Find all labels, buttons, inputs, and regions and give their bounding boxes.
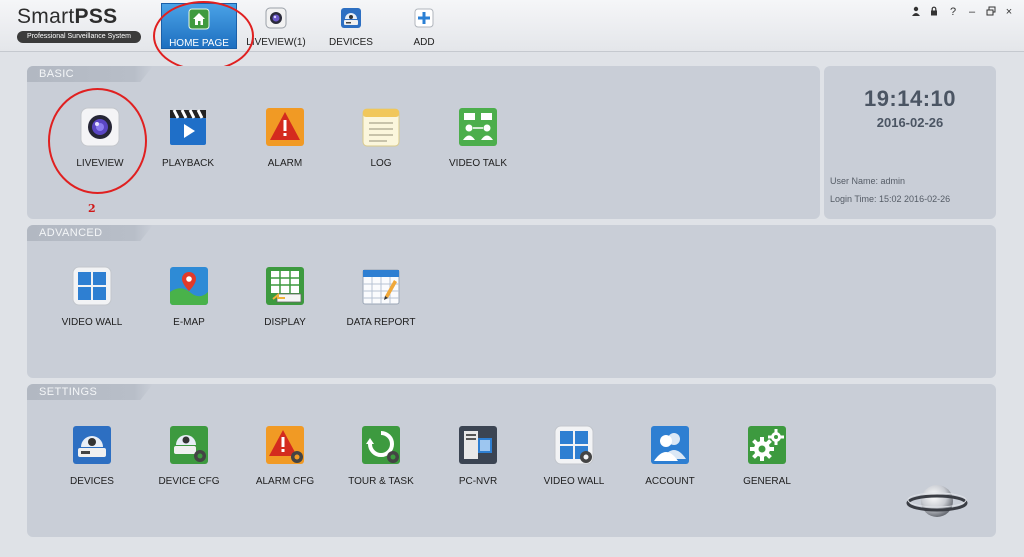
tab-devices[interactable]: DEVICES (313, 3, 389, 49)
app-subtitle: Professional Surveillance System (17, 31, 141, 43)
minimize-icon[interactable]: – (965, 6, 979, 18)
home-icon (188, 8, 210, 33)
video-wall-cfg-icon (554, 425, 594, 465)
device-cfg-label: DEVICE CFG (158, 476, 220, 487)
alarm-button[interactable]: ALARM (237, 107, 333, 169)
clock-panel: 19:14:10 2016-02-26 User Name: admin Log… (824, 66, 996, 219)
top-toolbar: SmartPSS Professional Surveillance Syste… (0, 0, 1024, 52)
app-logo: SmartPSS Professional Surveillance Syste… (17, 5, 144, 43)
general-label: GENERAL (743, 476, 791, 487)
basic-section-title: BASIC (27, 66, 153, 82)
display-label: DISPLAY (264, 317, 306, 328)
alarm-cfg-button[interactable]: ALARM CFG (237, 425, 333, 487)
help-icon[interactable]: ? (946, 6, 960, 18)
alarm-cfg-icon (265, 425, 305, 465)
account-button[interactable]: ACCOUNT (622, 425, 718, 487)
video-talk-label: VIDEO TALK (449, 158, 507, 169)
video-wall-icon (72, 266, 112, 306)
tour-task-icon (361, 425, 401, 465)
tab-liveview-label: LIVEVIEW(1) (246, 37, 306, 48)
alarm-icon (265, 107, 305, 147)
pc-nvr-button[interactable]: PC-NVR (430, 425, 526, 487)
log-button[interactable]: LOG (333, 107, 429, 169)
tab-home-page-label: HOME PAGE (169, 38, 229, 49)
plus-icon (413, 7, 435, 32)
login-time: Login Time: 15:02 2016-02-26 (830, 194, 951, 204)
advanced-section-title: ADVANCED (27, 225, 153, 241)
alarm-label: ALARM (267, 158, 303, 169)
user-icon[interactable] (909, 6, 923, 19)
device-icon (340, 7, 362, 32)
settings-panel: SETTINGS DEVICES DEVICE CFG ALARM CFG TO… (27, 384, 996, 537)
devices-icon (72, 425, 112, 465)
video-talk-icon (458, 107, 498, 147)
log-icon (361, 107, 401, 147)
data-report-icon (361, 266, 401, 306)
tab-liveview[interactable]: LIVEVIEW(1) (238, 3, 314, 49)
emap-icon (169, 266, 209, 306)
annotation-number-2: 2 (88, 202, 96, 215)
tab-add[interactable]: ADD (386, 3, 462, 49)
liveview-label: LIVEVIEW (76, 158, 124, 169)
tab-add-label: ADD (413, 37, 435, 48)
pc-nvr-icon (458, 425, 498, 465)
playback-icon (168, 107, 208, 147)
general-button[interactable]: GENERAL (719, 425, 815, 487)
liveview-button[interactable]: LIVEVIEW (52, 107, 148, 169)
clock-date: 2016-02-26 (876, 115, 944, 130)
alarm-cfg-label: ALARM CFG (255, 476, 315, 487)
settings-section-title: SETTINGS (27, 384, 153, 400)
pc-nvr-label: PC-NVR (458, 476, 498, 487)
close-icon[interactable]: × (1002, 6, 1016, 18)
display-icon (265, 266, 305, 306)
log-label: LOG (370, 158, 392, 169)
tour-task-button[interactable]: TOUR & TASK (333, 425, 429, 487)
restore-icon[interactable] (984, 6, 998, 19)
account-icon (650, 425, 690, 465)
playback-label: PLAYBACK (161, 158, 215, 169)
general-icon (747, 425, 787, 465)
playback-button[interactable]: PLAYBACK (140, 107, 236, 169)
emap-button[interactable]: E-MAP (141, 266, 237, 328)
globe-logo-icon (906, 482, 968, 525)
video-wall-cfg-button[interactable]: VIDEO WALL (526, 425, 622, 487)
liveview-camera-icon (80, 107, 120, 147)
data-report-button[interactable]: DATA REPORT (333, 266, 429, 328)
devices-label: DEVICES (70, 476, 114, 487)
video-wall-cfg-label: VIDEO WALL (543, 476, 605, 487)
camera-icon (265, 7, 287, 32)
device-cfg-button[interactable]: DEVICE CFG (141, 425, 237, 487)
advanced-panel: ADVANCED VIDEO WALL E-MAP DISPLAY DATA R… (27, 225, 996, 378)
emap-label: E-MAP (173, 317, 205, 328)
display-button[interactable]: DISPLAY (237, 266, 333, 328)
devices-button[interactable]: DEVICES (44, 425, 140, 487)
basic-panel: BASIC LIVEVIEW PLAYBACK ALARM LOG VIDEO … (27, 66, 820, 219)
lock-icon[interactable] (927, 6, 941, 19)
video-wall-button[interactable]: VIDEO WALL (44, 266, 140, 328)
clock-time: 19:14:10 (863, 86, 957, 111)
data-report-label: DATA REPORT (346, 317, 416, 328)
tab-devices-label: DEVICES (329, 37, 373, 48)
tour-task-label: TOUR & TASK (348, 476, 414, 487)
video-talk-button[interactable]: VIDEO TALK (430, 107, 526, 169)
account-label: ACCOUNT (645, 476, 695, 487)
video-wall-label: VIDEO WALL (61, 317, 123, 328)
app-title: SmartPSS (17, 5, 118, 28)
device-cfg-icon (169, 425, 209, 465)
user-name: User Name: admin (830, 176, 906, 186)
tab-home-page[interactable]: HOME PAGE (161, 3, 237, 49)
